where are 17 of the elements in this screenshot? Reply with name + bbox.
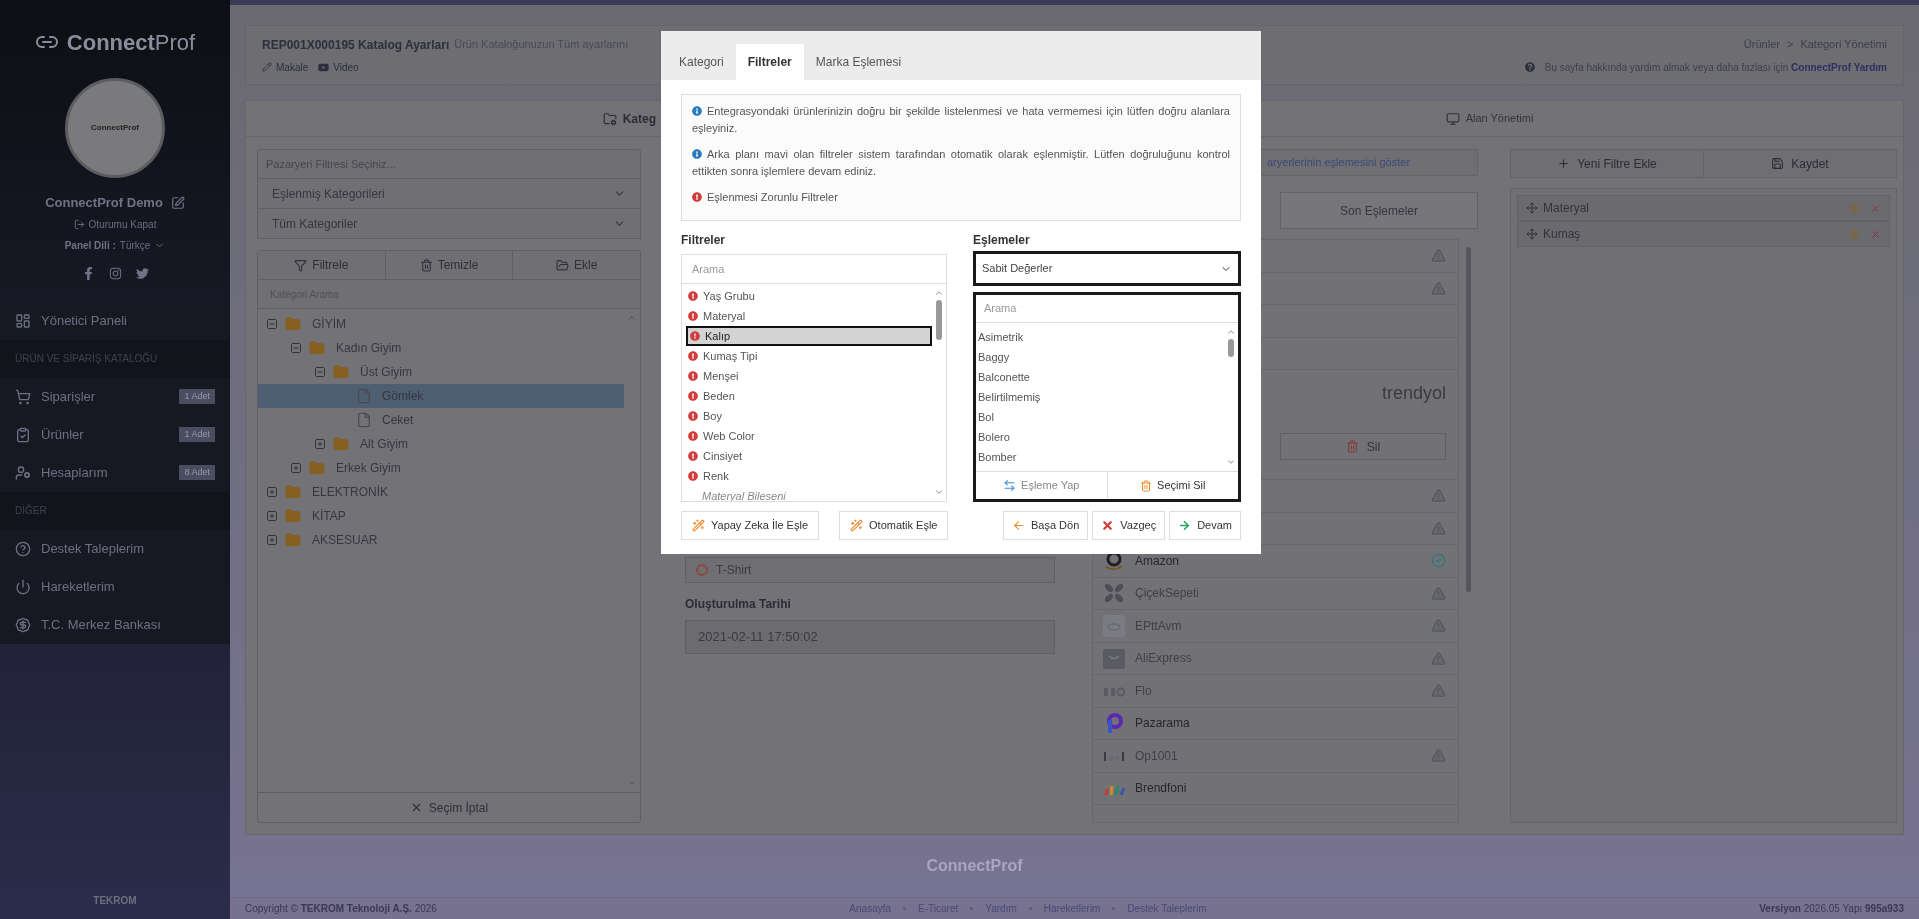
info-note: Eşlenmesi Zorunlu Filtreler	[692, 189, 1230, 206]
brand-logo: ConnectProf	[66, 28, 196, 57]
count-badge: 1 Adet	[179, 426, 215, 443]
column-title: Filtreler	[681, 232, 726, 249]
avatar-logo: ConnectProf	[91, 122, 139, 134]
count-badge: 8 Adet	[179, 464, 215, 481]
field-label: Oluşturulma Tarihi	[685, 596, 792, 613]
count-badge: 1 Adet	[179, 388, 215, 405]
user-name: ConnectProf Demo	[45, 194, 163, 212]
page-title: REP001X000195 Katalog Ayarları	[262, 36, 450, 54]
language-label: Panel Dili :	[64, 238, 116, 253]
breadcrumb-separator: >	[1786, 37, 1794, 53]
version-text: Versiyon 2026.05 Yapı 995a933	[1759, 902, 1904, 916]
marketplace-logo-text: trendyol	[1381, 382, 1446, 405]
company-name: TEKROM	[93, 893, 137, 908]
info-note: Entegrasyondaki ürünlerinizin doğru bir şekilde listelenmesi ve hata vermemesi için lütfen doğru alanlara eşleyiniz.	[692, 104, 1230, 136]
column-title: Eşlemeler	[973, 232, 1031, 249]
